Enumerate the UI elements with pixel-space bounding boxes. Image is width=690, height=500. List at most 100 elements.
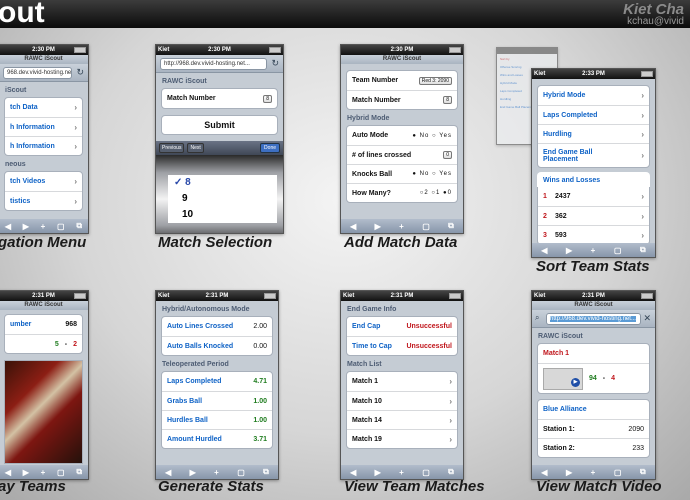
caption: Generate Stats — [158, 478, 264, 495]
done-button[interactable]: Done — [260, 143, 280, 153]
match-number-select[interactable]: 8 — [263, 94, 272, 103]
reload-icon[interactable]: ↻ — [76, 67, 84, 78]
status-bar: Kiet 2:31 PM — [156, 291, 278, 301]
match-number-select[interactable]: 8 — [443, 96, 452, 104]
nav-item[interactable]: tch Data › — [5, 98, 82, 117]
section-header: Wins and Losses — [537, 172, 650, 187]
status-bar: Kiet 2:31 PM — [532, 291, 655, 301]
match-number-row[interactable]: Match Number 8 — [347, 90, 457, 109]
close-icon[interactable]: ✕ — [643, 313, 651, 324]
tabs-icon[interactable]: ⧉ — [263, 467, 269, 477]
nav-item[interactable]: h Information › — [5, 136, 82, 155]
back-icon[interactable]: ◀ — [541, 468, 547, 477]
nav-item[interactable]: tch Videos › — [5, 172, 82, 191]
previous-button[interactable]: Previous — [159, 143, 185, 153]
auto-mode-radio[interactable]: ● No ○ Yes — [412, 133, 452, 139]
sort-option[interactable]: Hybrid Mode › — [538, 86, 649, 105]
reload-icon[interactable]: ↻ — [271, 58, 279, 69]
back-icon[interactable]: ◀ — [5, 222, 11, 231]
add-icon[interactable]: + — [41, 222, 46, 231]
match-list-item[interactable]: Match 14 › — [347, 410, 457, 429]
back-icon[interactable]: ◀ — [5, 468, 11, 477]
back-icon[interactable]: ◀ — [165, 468, 171, 477]
video-thumbnail[interactable]: ▶ — [543, 367, 583, 390]
add-icon[interactable]: + — [399, 222, 404, 231]
tabs-icon[interactable]: ⧉ — [448, 467, 454, 477]
address-bar: http://968.dev.vivid-hosting.net... ↻ — [156, 55, 283, 73]
phone-match-selection: Kiet 2:30 PM http://968.dev.vivid-hosting… — [155, 44, 284, 234]
url-field[interactable]: http://968.dev.vivid-hosting.net... — [160, 58, 267, 70]
picker-option[interactable]: 9 — [174, 191, 271, 207]
station-row: Station 1: 2090 — [538, 419, 649, 438]
picker-option[interactable]: 10 — [174, 207, 271, 223]
match-list-item[interactable]: Match 19 › — [347, 429, 457, 448]
how-many-radio[interactable]: ○2 ○1 ●0 — [420, 190, 452, 196]
tabs-icon[interactable]: ⧉ — [640, 467, 646, 477]
team-number-select[interactable]: Red 3: 2090 — [418, 76, 452, 85]
add-icon[interactable]: + — [591, 468, 596, 477]
forward-icon[interactable]: ▶ — [190, 468, 196, 477]
picker-option[interactable]: ✓ 8 — [174, 175, 271, 191]
sort-option[interactable]: Laps Completed › — [538, 105, 649, 124]
video-score-row: ▶ 94-4 — [538, 363, 649, 393]
stat-row: Grabs Ball 1.00 — [162, 391, 272, 410]
ranking-row[interactable]: 1 2437 › — [538, 187, 649, 206]
phone-navigation-menu: 2:30 PM RAWC iScout 968.dev.vivid-hostin… — [0, 44, 89, 234]
submit-button[interactable]: Submit — [161, 115, 278, 135]
match-list-item[interactable]: Match 1 › — [347, 372, 457, 391]
lines-select[interactable]: 0 — [443, 151, 452, 159]
add-icon[interactable]: + — [214, 468, 219, 477]
forward-icon[interactable]: ▶ — [566, 468, 572, 477]
bookmarks-icon[interactable]: ▢ — [57, 468, 65, 477]
bookmarks-icon[interactable]: ▢ — [57, 222, 65, 231]
tabs-icon[interactable]: ⧉ — [448, 221, 454, 231]
sort-option[interactable]: Hurdling › — [538, 124, 649, 143]
back-icon[interactable]: ◀ — [350, 222, 356, 231]
back-icon[interactable]: ◀ — [350, 468, 356, 477]
lines-crossed-row[interactable]: # of lines crossed 0 — [347, 145, 457, 164]
forward-icon[interactable]: ▶ — [375, 468, 381, 477]
nav-item[interactable]: tistics › — [5, 191, 82, 210]
add-icon[interactable]: + — [41, 468, 46, 477]
forward-icon[interactable]: ▶ — [23, 222, 29, 231]
caption: View Match Video — [536, 478, 662, 495]
sort-option[interactable]: End Game Ball Placement › — [538, 143, 649, 167]
browser-toolbar: ◀ ▶ + ▢ ⧉ — [532, 243, 655, 257]
bookmarks-icon[interactable]: ▢ — [422, 468, 430, 477]
bookmarks-icon[interactable]: ▢ — [422, 222, 430, 231]
match-number-row[interactable]: Match Number 8 — [162, 89, 277, 108]
ranking-group: 1 2437 › 2 362 › 3 593 › — [537, 187, 650, 245]
team-number-row[interactable]: Team Number Red 3: 2090 — [347, 71, 457, 90]
tabs-icon[interactable]: ⧉ — [640, 245, 646, 255]
bookmarks-icon[interactable]: ▢ — [614, 246, 622, 255]
search-icon[interactable]: ⌕ — [535, 313, 539, 323]
ranking-row[interactable]: 3 593 › — [538, 225, 649, 244]
phone-view-match-video: Kiet 2:31 PM RAWC iScout ⌕ http://968.dev… — [531, 290, 656, 480]
knocks-ball-radio[interactable]: ● No ○ Yes — [412, 171, 452, 177]
caption: Sort Team Stats — [536, 258, 650, 275]
section-header: RAWC iScout — [162, 78, 207, 85]
forward-icon[interactable]: ▶ — [23, 468, 29, 477]
forward-icon[interactable]: ▶ — [375, 222, 381, 231]
bookmarks-icon[interactable]: ▢ — [237, 468, 245, 477]
tabs-icon[interactable]: ⧉ — [76, 221, 82, 231]
match-list-item[interactable]: Match 10 › — [347, 391, 457, 410]
add-icon[interactable]: + — [399, 468, 404, 477]
browser-toolbar: ◀ ▶ + ▢ ⧉ — [532, 465, 655, 479]
chevron-right-icon: › — [641, 91, 644, 100]
next-button[interactable]: Next — [187, 143, 204, 153]
ranking-row[interactable]: 2 362 › — [538, 206, 649, 225]
url-field[interactable]: http://968.dev.vivid-hosting.net... — [546, 313, 641, 325]
stat-row: Auto Balls Knocked 0.00 — [162, 336, 272, 355]
back-icon[interactable]: ◀ — [541, 246, 547, 255]
forward-icon[interactable]: ▶ — [566, 246, 572, 255]
url-field[interactable]: 968.dev.vivid-hosting.net/ — [3, 67, 72, 79]
picker-wheel[interactable]: ✓ 8 9 10 — [156, 155, 283, 233]
add-icon[interactable]: + — [591, 246, 596, 255]
address-bar: 968.dev.vivid-hosting.net/ ↻ — [0, 64, 88, 82]
bookmarks-icon[interactable]: ▢ — [614, 468, 622, 477]
nav-item[interactable]: h Information › — [5, 117, 82, 136]
play-icon[interactable]: ▶ — [571, 377, 580, 387]
robot-photo — [4, 360, 83, 464]
tabs-icon[interactable]: ⧉ — [76, 467, 82, 477]
